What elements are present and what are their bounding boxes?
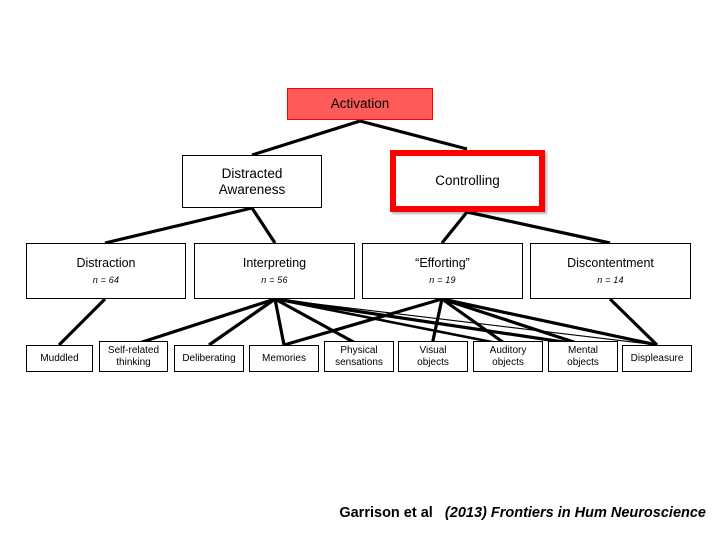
node-interpreting[interactable]: Interpreting n = 56 <box>194 243 355 299</box>
node-displeasure[interactable]: Displeasure <box>622 345 692 372</box>
node-activation[interactable]: Activation <box>287 88 433 120</box>
node-physical-sensations-label-line2: sensations <box>335 356 383 368</box>
node-discontentment[interactable]: Discontentment n = 14 <box>530 243 691 299</box>
edge-interpreting-memories <box>273 298 286 346</box>
node-physical-sensations-label-line1: Physical <box>340 344 378 356</box>
node-memories[interactable]: Memories <box>249 345 319 372</box>
node-distraction-count: n = 64 <box>92 275 120 286</box>
node-activation-label: Activation <box>330 96 390 112</box>
node-mental-objects-label-line2: objects <box>567 356 599 368</box>
node-displeasure-label-line1: Displeasure <box>630 352 684 364</box>
node-efforting-label: “Efforting” <box>415 256 470 271</box>
node-mental-objects[interactable]: Mental objects <box>548 341 618 372</box>
node-distracted-awareness[interactable]: Distracted Awareness <box>182 155 322 208</box>
node-memories-label-line1: Memories <box>262 352 306 364</box>
node-visual-objects[interactable]: Visual objects <box>398 341 468 372</box>
node-deliberating[interactable]: Deliberating <box>174 345 244 372</box>
edge-distracted-awareness-distraction <box>104 206 253 245</box>
node-efforting-count: n = 19 <box>429 275 456 286</box>
edge-interpreting-mental-objects <box>274 297 584 347</box>
edge-discontentment-displeasure <box>608 297 659 347</box>
edge-interpreting-deliberating <box>208 297 276 347</box>
edge-controlling-discontentment <box>466 210 611 245</box>
node-muddled-label-line1: Muddled <box>40 352 79 364</box>
node-visual-objects-label-line1: Visual <box>419 344 447 356</box>
edge-distraction-muddled <box>57 297 107 347</box>
citation: Garrison et al (2013) Frontiers in Hum N… <box>0 505 706 521</box>
citation-source: (2013) Frontiers in Hum Neuroscience <box>444 505 706 521</box>
node-visual-objects-label-line2: objects <box>417 356 449 368</box>
diagram-canvas: Activation Distracted Awareness Controll… <box>0 0 720 540</box>
node-auditory-objects-label-line1: Auditory <box>489 344 527 356</box>
node-self-related-thinking-label-line2: thinking <box>116 356 151 368</box>
node-distracted-awareness-label-line1: Distracted <box>221 166 283 182</box>
node-physical-sensations[interactable]: Physical sensations <box>324 341 394 372</box>
node-self-related-thinking-label-line1: Self-related <box>107 344 160 356</box>
node-muddled[interactable]: Muddled <box>26 345 93 372</box>
edge-controlling-efforting <box>440 210 469 245</box>
edge-interpreting-self-related-thinking <box>132 297 276 347</box>
node-controlling[interactable]: Controlling <box>390 150 545 212</box>
node-deliberating-label-line1: Deliberating <box>182 352 236 364</box>
node-auditory-objects-label-line2: objects <box>492 356 524 368</box>
node-discontentment-label: Discontentment <box>567 256 654 271</box>
node-interpreting-label: Interpreting <box>242 256 307 271</box>
node-mental-objects-label-line1: Mental <box>567 344 598 356</box>
edge-distracted-awareness-interpreting <box>250 207 277 244</box>
edge-activation-distracted-awareness <box>251 119 361 157</box>
node-distraction[interactable]: Distraction n = 64 <box>26 243 186 299</box>
node-self-related-thinking[interactable]: Self-related thinking <box>99 341 168 372</box>
node-controlling-label: Controlling <box>435 173 500 189</box>
node-distraction-label: Distraction <box>76 256 136 271</box>
edge-activation-controlling <box>359 119 468 151</box>
node-discontentment-count: n = 14 <box>597 275 624 286</box>
node-interpreting-count: n = 56 <box>261 275 288 286</box>
node-auditory-objects[interactable]: Auditory objects <box>473 341 543 372</box>
node-distracted-awareness-label-line2: Awareness <box>218 181 286 197</box>
node-efforting[interactable]: “Efforting” n = 19 <box>362 243 523 299</box>
citation-authors: Garrison et al <box>339 505 433 521</box>
